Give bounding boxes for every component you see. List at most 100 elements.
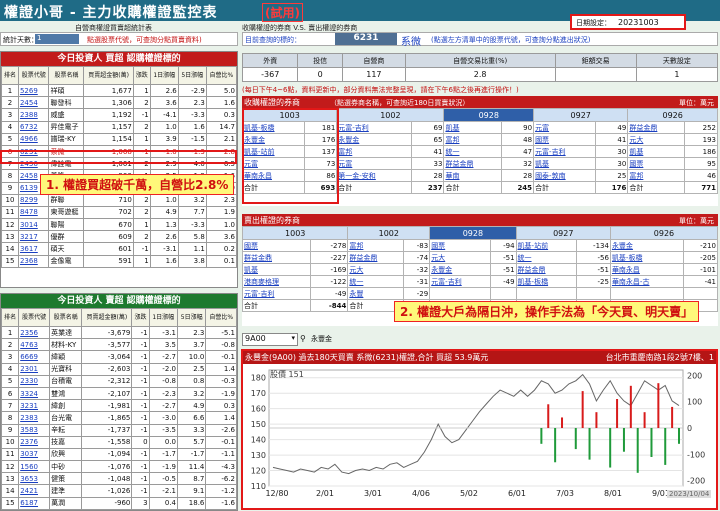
broker-name-link[interactable]: 國票: [533, 133, 596, 146]
broker-name-link[interactable]: 群益金鼎: [515, 263, 577, 276]
broker-name-link[interactable]: 國票: [627, 157, 686, 170]
table-cell: -6.2: [205, 472, 237, 486]
broker-name-link[interactable]: 元大: [627, 133, 686, 146]
stock-code-link[interactable]: 2356: [18, 325, 51, 340]
stock-code-link[interactable]: 3583: [18, 423, 51, 437]
stock-code-link[interactable]: 3231: [18, 399, 51, 413]
broker-name-link[interactable]: 元富-吉利: [336, 121, 412, 134]
broker-name-link[interactable]: [609, 287, 684, 300]
broker-name-link[interactable]: 富邦: [347, 239, 405, 252]
broker-name-link[interactable]: 元富: [533, 121, 596, 134]
summary-header: 自營交易比重(%): [404, 53, 556, 68]
stock-code-link[interactable]: 2454: [17, 96, 50, 110]
broker-name-link[interactable]: 凱基-板橋: [609, 251, 684, 264]
broker-name-link[interactable]: 群益金鼎: [347, 251, 405, 264]
broker-name-link[interactable]: 富邦: [336, 145, 412, 158]
broker-name-link[interactable]: 群益金鼎: [627, 121, 686, 134]
broker-name: 永豐金: [311, 335, 332, 343]
broker-name-link[interactable]: 統一: [515, 251, 577, 264]
broker-name-link[interactable]: 永豐: [347, 287, 405, 300]
broker-name-link[interactable]: 元大: [347, 263, 405, 276]
table-row: 5 4966 譜瑞-KY 1,154 1 3.9 -1.5 2.1: [1, 132, 238, 146]
broker-name-link[interactable]: 凱基: [627, 145, 686, 158]
stock-code-link[interactable]: 2421: [18, 484, 51, 498]
broker-name-link[interactable]: 富邦: [443, 133, 502, 146]
stock-code-link[interactable]: 3014: [17, 218, 50, 232]
broker-name-link[interactable]: 港商麥格理: [241, 275, 312, 288]
broker-name-link[interactable]: 永豐金: [336, 133, 412, 146]
broker-name-link[interactable]: 凱基-板橋: [515, 275, 577, 288]
broker-code-select[interactable]: 9A00 ▾: [242, 333, 298, 346]
broker-name-link[interactable]: 華南: [443, 169, 502, 182]
stock-code-link[interactable]: 2330: [18, 374, 51, 388]
broker-name-link[interactable]: 凱基-站前: [515, 239, 577, 252]
broker-name-link[interactable]: 富邦: [627, 169, 686, 182]
broker-name-link[interactable]: 華南永昌: [609, 263, 684, 276]
broker-name-link[interactable]: 元大: [429, 251, 491, 264]
broker-name-link[interactable]: 國泰-敦南: [533, 169, 596, 182]
broker-name-link[interactable]: 元富-吉利: [241, 287, 312, 300]
broker-name-link[interactable]: [515, 287, 577, 300]
table-cell: 0.2: [205, 242, 238, 256]
broker-name-link[interactable]: 凱基: [241, 263, 312, 276]
date-header-row: 1003 1002 0928 0927 0926: [241, 226, 719, 240]
broker-value: 49: [594, 121, 629, 134]
query-bar: 目前查詢的標的： 6231 系微 (點選左方清單中的股票代號，可查詢分點進出狀況…: [242, 32, 718, 48]
broker-name-link[interactable]: 凱基: [533, 157, 596, 170]
stock-code-link[interactable]: 2388: [17, 108, 50, 122]
days-input[interactable]: 1: [35, 34, 79, 44]
column-header: 股票代號: [17, 66, 50, 85]
broker-name-link[interactable]: 永豐金: [429, 263, 491, 276]
y-left-tick: 130: [251, 451, 266, 460]
table-cell: 1,677: [83, 83, 134, 98]
broker-name-link[interactable]: [429, 287, 491, 300]
stock-code-link[interactable]: 2383: [18, 411, 51, 425]
broker-name-link[interactable]: 華南永昌-古: [609, 275, 684, 288]
broker-name-link[interactable]: 群益金鼎: [443, 157, 502, 170]
broker-name-link[interactable]: 凱基: [443, 121, 502, 134]
table-cell: 金像電: [48, 254, 85, 268]
query-label: 目前查詢的標的：: [245, 36, 301, 44]
stock-code-link[interactable]: 4966: [17, 132, 50, 146]
stock-code-link[interactable]: 6187: [18, 496, 51, 510]
broker-name-link[interactable]: 第一金-安和: [336, 169, 412, 182]
stock-code-link[interactable]: 3324: [18, 386, 51, 401]
stock-code-link[interactable]: 2368: [17, 254, 50, 268]
broker-name-link[interactable]: 元富-吉利: [533, 145, 596, 158]
stock-code-link[interactable]: 8478: [17, 205, 50, 220]
trade-bar: [588, 428, 591, 460]
stock-code-link[interactable]: 3653: [18, 472, 51, 486]
broker-name-link[interactable]: 統一: [347, 275, 405, 288]
stock-code-link[interactable]: 3617: [17, 242, 50, 256]
date-setting[interactable]: 日期設定： 20231003: [570, 14, 686, 30]
table-cell: -2,603: [81, 362, 133, 376]
query-hint: (點選左方清單中的股票代號，可查詢分點進出狀況): [431, 36, 591, 44]
stock-code-link[interactable]: 2376: [18, 435, 51, 449]
table-cell: 英業達: [49, 325, 83, 340]
broker-value: 69: [410, 121, 445, 134]
stock-code-link[interactable]: 3037: [18, 447, 51, 462]
buy-brokers-unit: 單位：萬元: [679, 99, 714, 107]
broker-name-link[interactable]: 元富: [336, 157, 412, 170]
stock-code-link[interactable]: 5269: [17, 83, 50, 98]
search-icon[interactable]: ⚲: [300, 334, 306, 343]
broker-name-link[interactable]: 統一: [443, 145, 502, 158]
stock-code-link[interactable]: 2301: [18, 362, 51, 376]
stock-code-link[interactable]: 6732: [17, 120, 50, 134]
stock-code-input[interactable]: 6231: [335, 33, 397, 45]
stock-code-link[interactable]: 1560: [18, 460, 51, 474]
stock-code-link[interactable]: 6669: [18, 350, 51, 364]
stock-code-link[interactable]: 3217: [17, 230, 50, 244]
broker-name-link[interactable]: 群益金鼎: [241, 251, 312, 264]
date-header: 1002: [336, 108, 445, 122]
stock-code-link[interactable]: 8299: [17, 193, 50, 207]
broker-name-link[interactable]: 國票: [241, 239, 312, 252]
stock-code-link[interactable]: 4763: [18, 338, 51, 352]
table-cell: -1.2: [205, 484, 237, 498]
broker-name-link[interactable]: 元富-吉利: [429, 275, 491, 288]
table-cell: -1.7: [176, 447, 207, 462]
broker-name-link[interactable]: 國票: [429, 239, 491, 252]
broker-name-link[interactable]: 永豐金: [609, 239, 684, 252]
date-header: 0926: [627, 108, 718, 122]
trade-bar: [540, 428, 543, 444]
